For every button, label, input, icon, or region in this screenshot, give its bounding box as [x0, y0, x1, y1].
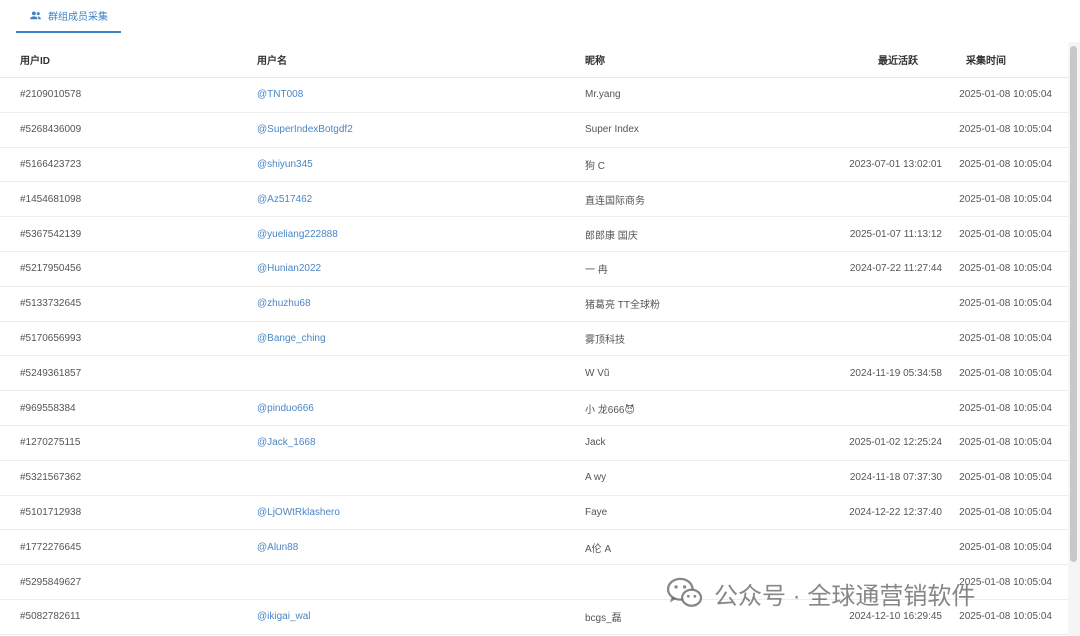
cell-user-id: #5268436009: [20, 124, 82, 136]
cell-username-link[interactable]: @TNT008: [257, 78, 303, 112]
tab-label: 群组成员采集: [48, 12, 108, 23]
vertical-scrollbar[interactable]: [1068, 42, 1080, 636]
cell-user-id: #1270275115: [20, 437, 81, 449]
cell-user-id: #5101712938: [20, 506, 82, 518]
cell-nickname: 直连国际商务: [585, 195, 645, 207]
cell-username-link[interactable]: @SuperIndexBotgdf2: [257, 113, 353, 147]
table-row[interactable]: #1772276645 @Alun88 A伦 A 2025-01-08 10:05:0…: [0, 530, 1068, 566]
cell-last-active: 2025-01-02 12:25:24: [849, 437, 942, 449]
table-row[interactable]: #2109010578 @TNT008 Mr.yang 2025-01-08 10:0…: [0, 78, 1068, 113]
cell-nickname: 小 龙666😈: [585, 404, 635, 416]
cell-username-link[interactable]: @pinduo666: [257, 391, 314, 425]
column-header-user-id[interactable]: 用户ID: [20, 42, 50, 77]
cell-username-link[interactable]: @yueliang222888: [257, 217, 338, 251]
cell-last-active: 2025-01-07 11:13:12: [849, 228, 942, 240]
column-header-collected-time[interactable]: 采集时间: [966, 42, 1006, 77]
cell-last-active: 2023-07-01 13:02:01: [849, 158, 942, 170]
cell-username-link[interactable]: @Jack_1668: [257, 426, 316, 460]
column-header-nickname[interactable]: 昵称: [585, 42, 605, 77]
table-row[interactable]: #5249361857 W Vũ 2024-11-19 05:34:58 2025-0…: [0, 356, 1068, 392]
cell-username-link[interactable]: @LjOWtRklashero: [257, 496, 340, 530]
table-header: 用户ID 用户名 昵称 最近活跃 采集时间: [0, 42, 1068, 78]
members-table: 用户ID 用户名 昵称 最近活跃 采集时间 #2109010578 @TNT008…: [0, 42, 1068, 636]
table-body: #2109010578 @TNT008 Mr.yang 2025-01-08 10:0…: [0, 78, 1068, 635]
column-header-username[interactable]: 用户名: [257, 42, 287, 77]
cell-username-link[interactable]: @ikigai_wal: [257, 600, 311, 634]
cell-collected-time: 2025-01-08 10:05:04: [959, 193, 1052, 205]
cell-collected-time: 2025-01-08 10:05:04: [959, 506, 1052, 518]
cell-user-id: #5217950456: [20, 263, 82, 275]
table-row[interactable]: #5133732645 @zhuzhu68 猪葛亮 TT全球粉 2025-01-08 …: [0, 287, 1068, 322]
cell-nickname: 一 冉: [585, 265, 608, 277]
cell-user-id: #969558384: [20, 402, 76, 414]
cell-collected-time: 2025-01-08 10:05:04: [959, 541, 1052, 553]
table-row[interactable]: #5367542139 @yueliang222888 郎郎康 国庆 2025-01-…: [0, 217, 1068, 252]
table-row[interactable]: #5166423723 @shiyun345 狗 C 2023-07-01 13:02…: [0, 148, 1068, 183]
cell-collected-time: 2025-01-08 10:05:04: [959, 158, 1052, 170]
table-row[interactable]: #5101712938 @LjOWtRklashero Faye 2024-12-22…: [0, 496, 1068, 531]
cell-collected-time: 2025-01-08 10:05:04: [959, 89, 1052, 101]
cell-collected-time: 2025-01-08 10:05:04: [959, 298, 1052, 310]
cell-user-id: #5082782611: [20, 611, 81, 623]
cell-username-link[interactable]: @zhuzhu68: [257, 287, 311, 321]
table-row[interactable]: #5217950456 @Hunian2022 一 冉 2024-07-22 11:2…: [0, 252, 1068, 287]
table-row[interactable]: #1270275115 @Jack_1668 Jack 2025-01-02 12:2…: [0, 426, 1068, 461]
scrollbar-thumb[interactable]: [1070, 46, 1077, 562]
cell-nickname: Super Index: [585, 124, 639, 136]
cell-collected-time: 2025-01-08 10:05:04: [959, 576, 1052, 588]
cell-collected-time: 2025-01-08 10:05:04: [959, 611, 1052, 623]
cell-username-link[interactable]: @Hunian2022: [257, 252, 321, 286]
cell-last-active: 2024-11-18 07:37:30: [849, 472, 942, 484]
cell-nickname: 郎郎康 国庆: [585, 230, 638, 242]
cell-last-active: 2024-11-19 05:34:58: [849, 367, 942, 379]
tab-bar: 群组成员采集: [0, 0, 1068, 33]
cell-collected-time: 2025-01-08 10:05:04: [959, 263, 1052, 275]
cell-collected-time: 2025-01-08 10:05:04: [959, 402, 1052, 414]
cell-username-link[interactable]: @Bange_ching: [257, 322, 326, 356]
column-header-last-active[interactable]: 最近活跃: [878, 42, 918, 77]
cell-nickname: A wy: [585, 472, 607, 484]
cell-nickname: bcgs_磊: [585, 613, 622, 625]
group-icon: [30, 11, 41, 20]
cell-last-active: 2024-12-10 16:29:45: [849, 611, 942, 623]
cell-user-id: #5367542139: [20, 228, 82, 240]
cell-nickname: Jack: [585, 437, 606, 449]
cell-user-id: #5295849627: [20, 576, 82, 588]
table-row[interactable]: #5082782611 @ikigai_wal bcgs_磊 2024-12-10 1…: [0, 600, 1068, 635]
cell-user-id: #5133732645: [20, 298, 82, 310]
cell-user-id: #1454681098: [20, 193, 82, 205]
tab-group-members[interactable]: 群组成员采集: [16, 0, 121, 33]
cell-nickname: Mr.yang: [585, 89, 621, 101]
cell-nickname: W Vũ: [585, 367, 610, 379]
cell-nickname: 雾顶科技: [585, 334, 625, 346]
cell-collected-time: 2025-01-08 10:05:04: [959, 124, 1052, 136]
cell-username-link[interactable]: @shiyun345: [257, 148, 313, 182]
cell-user-id: #2109010578: [20, 89, 82, 101]
cell-collected-time: 2025-01-08 10:05:04: [959, 437, 1052, 449]
cell-collected-time: 2025-01-08 10:05:04: [959, 228, 1052, 240]
cell-nickname: A伦 A: [585, 543, 612, 555]
cell-collected-time: 2025-01-08 10:05:04: [959, 472, 1052, 484]
cell-user-id: #5170656993: [20, 332, 82, 344]
cell-user-id: #5321567362: [20, 472, 82, 484]
table-row[interactable]: #5170656993 @Bange_ching 雾顶科技 2025-01-08 10…: [0, 322, 1068, 357]
cell-last-active: 2024-07-22 11:27:44: [849, 263, 942, 275]
table-row[interactable]: #5268436009 @SuperIndexBotgdf2 Super Index…: [0, 113, 1068, 148]
table-row[interactable]: #969558384 @pinduo666 小 龙666😈 2025-01-08 10…: [0, 391, 1068, 426]
cell-user-id: #5249361857: [20, 367, 82, 379]
cell-username-link[interactable]: @Alun88: [257, 530, 298, 564]
cell-user-id: #1772276645: [20, 541, 82, 553]
cell-nickname: 狗 C: [585, 160, 605, 172]
cell-nickname: 猪葛亮 TT全球粉: [585, 300, 660, 312]
cell-user-id: #5166423723: [20, 158, 82, 170]
table-row[interactable]: #5321567362 A wy 2024-11-18 07:37:30 2025-0…: [0, 461, 1068, 496]
table-row[interactable]: #1454681098 @Az517462 直连国际商务 2025-01-08 10:…: [0, 182, 1068, 218]
cell-username-link[interactable]: @Az517462: [257, 182, 312, 216]
table-row[interactable]: #5295849627 2025-01-08 10:05:04: [0, 565, 1068, 600]
cell-collected-time: 2025-01-08 10:05:04: [959, 332, 1052, 344]
cell-last-active: 2024-12-22 12:37:40: [849, 506, 942, 518]
cell-nickname: Faye: [585, 506, 608, 518]
cell-collected-time: 2025-01-08 10:05:04: [959, 367, 1052, 379]
